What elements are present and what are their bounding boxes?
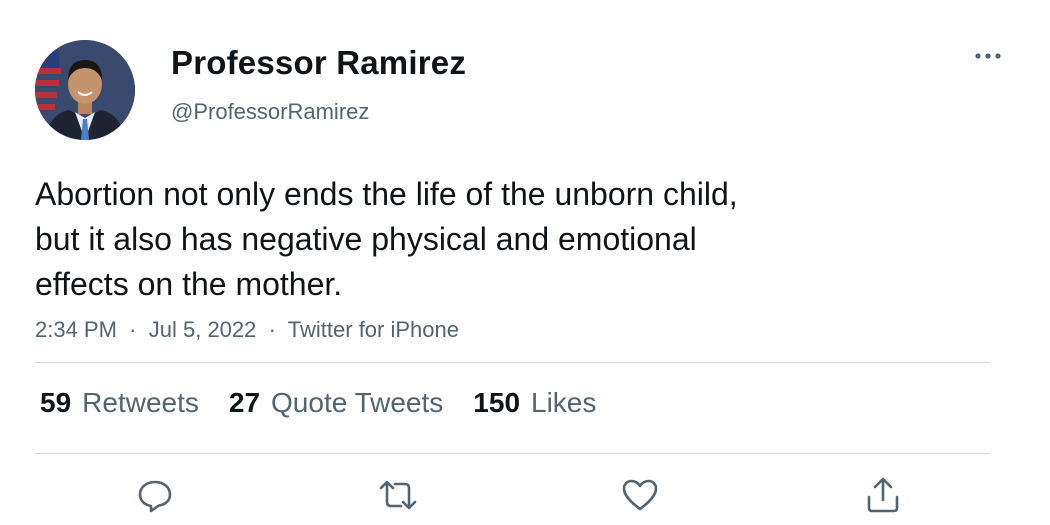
tweet: Professor Ramirez @ProfessorRamirez Abor… (0, 0, 1050, 525)
display-name[interactable]: Professor Ramirez (171, 44, 466, 82)
retweet-button[interactable] (373, 470, 423, 520)
more-icon (975, 53, 1001, 59)
tweet-date[interactable]: Jul 5, 2022 (149, 317, 257, 342)
likes-count: 150 (473, 387, 521, 418)
meta-separator: · (262, 317, 283, 342)
retweets-stat[interactable]: 59 Retweets (40, 387, 199, 419)
reply-button[interactable] (130, 470, 180, 520)
tweet-text: Abortion not only ends the life of the u… (35, 172, 875, 307)
user-handle[interactable]: @ProfessorRamirez (171, 99, 369, 125)
tweet-text-line: Abortion not only ends the life of the u… (35, 176, 738, 212)
more-options-button[interactable] (970, 40, 1006, 72)
reply-icon (138, 480, 172, 513)
tweet-meta: 2:34 PM · Jul 5, 2022 · Twitter for iPho… (35, 317, 459, 343)
tweet-time[interactable]: 2:34 PM (35, 317, 117, 342)
quote-tweets-count: 27 (228, 387, 261, 418)
action-bar (0, 470, 1050, 520)
divider (35, 453, 990, 454)
meta-separator: · (123, 317, 143, 342)
like-icon (622, 479, 658, 511)
like-button[interactable] (615, 470, 665, 520)
tweet-text-line: but it also has negative physical and em… (35, 221, 697, 257)
retweets-count: 59 (40, 387, 72, 418)
retweets-label: Retweets (82, 387, 199, 418)
divider (35, 362, 990, 363)
quote-tweets-stat[interactable]: 27 Quote Tweets (229, 387, 443, 419)
avatar-photo (35, 40, 135, 140)
tweet-source[interactable]: Twitter for iPhone (288, 317, 459, 342)
likes-label: Likes (531, 387, 597, 418)
quote-tweets-label: Quote Tweets (271, 387, 444, 418)
retweet-icon (379, 480, 417, 510)
tweet-text-line: effects on the mother. (35, 266, 343, 302)
avatar[interactable] (35, 40, 135, 140)
tweet-stats: 59 Retweets 27 Quote Tweets 150 Likes (40, 387, 626, 421)
share-icon (867, 477, 899, 513)
likes-stat[interactable]: 150 Likes (473, 387, 596, 419)
share-button[interactable] (858, 470, 908, 520)
